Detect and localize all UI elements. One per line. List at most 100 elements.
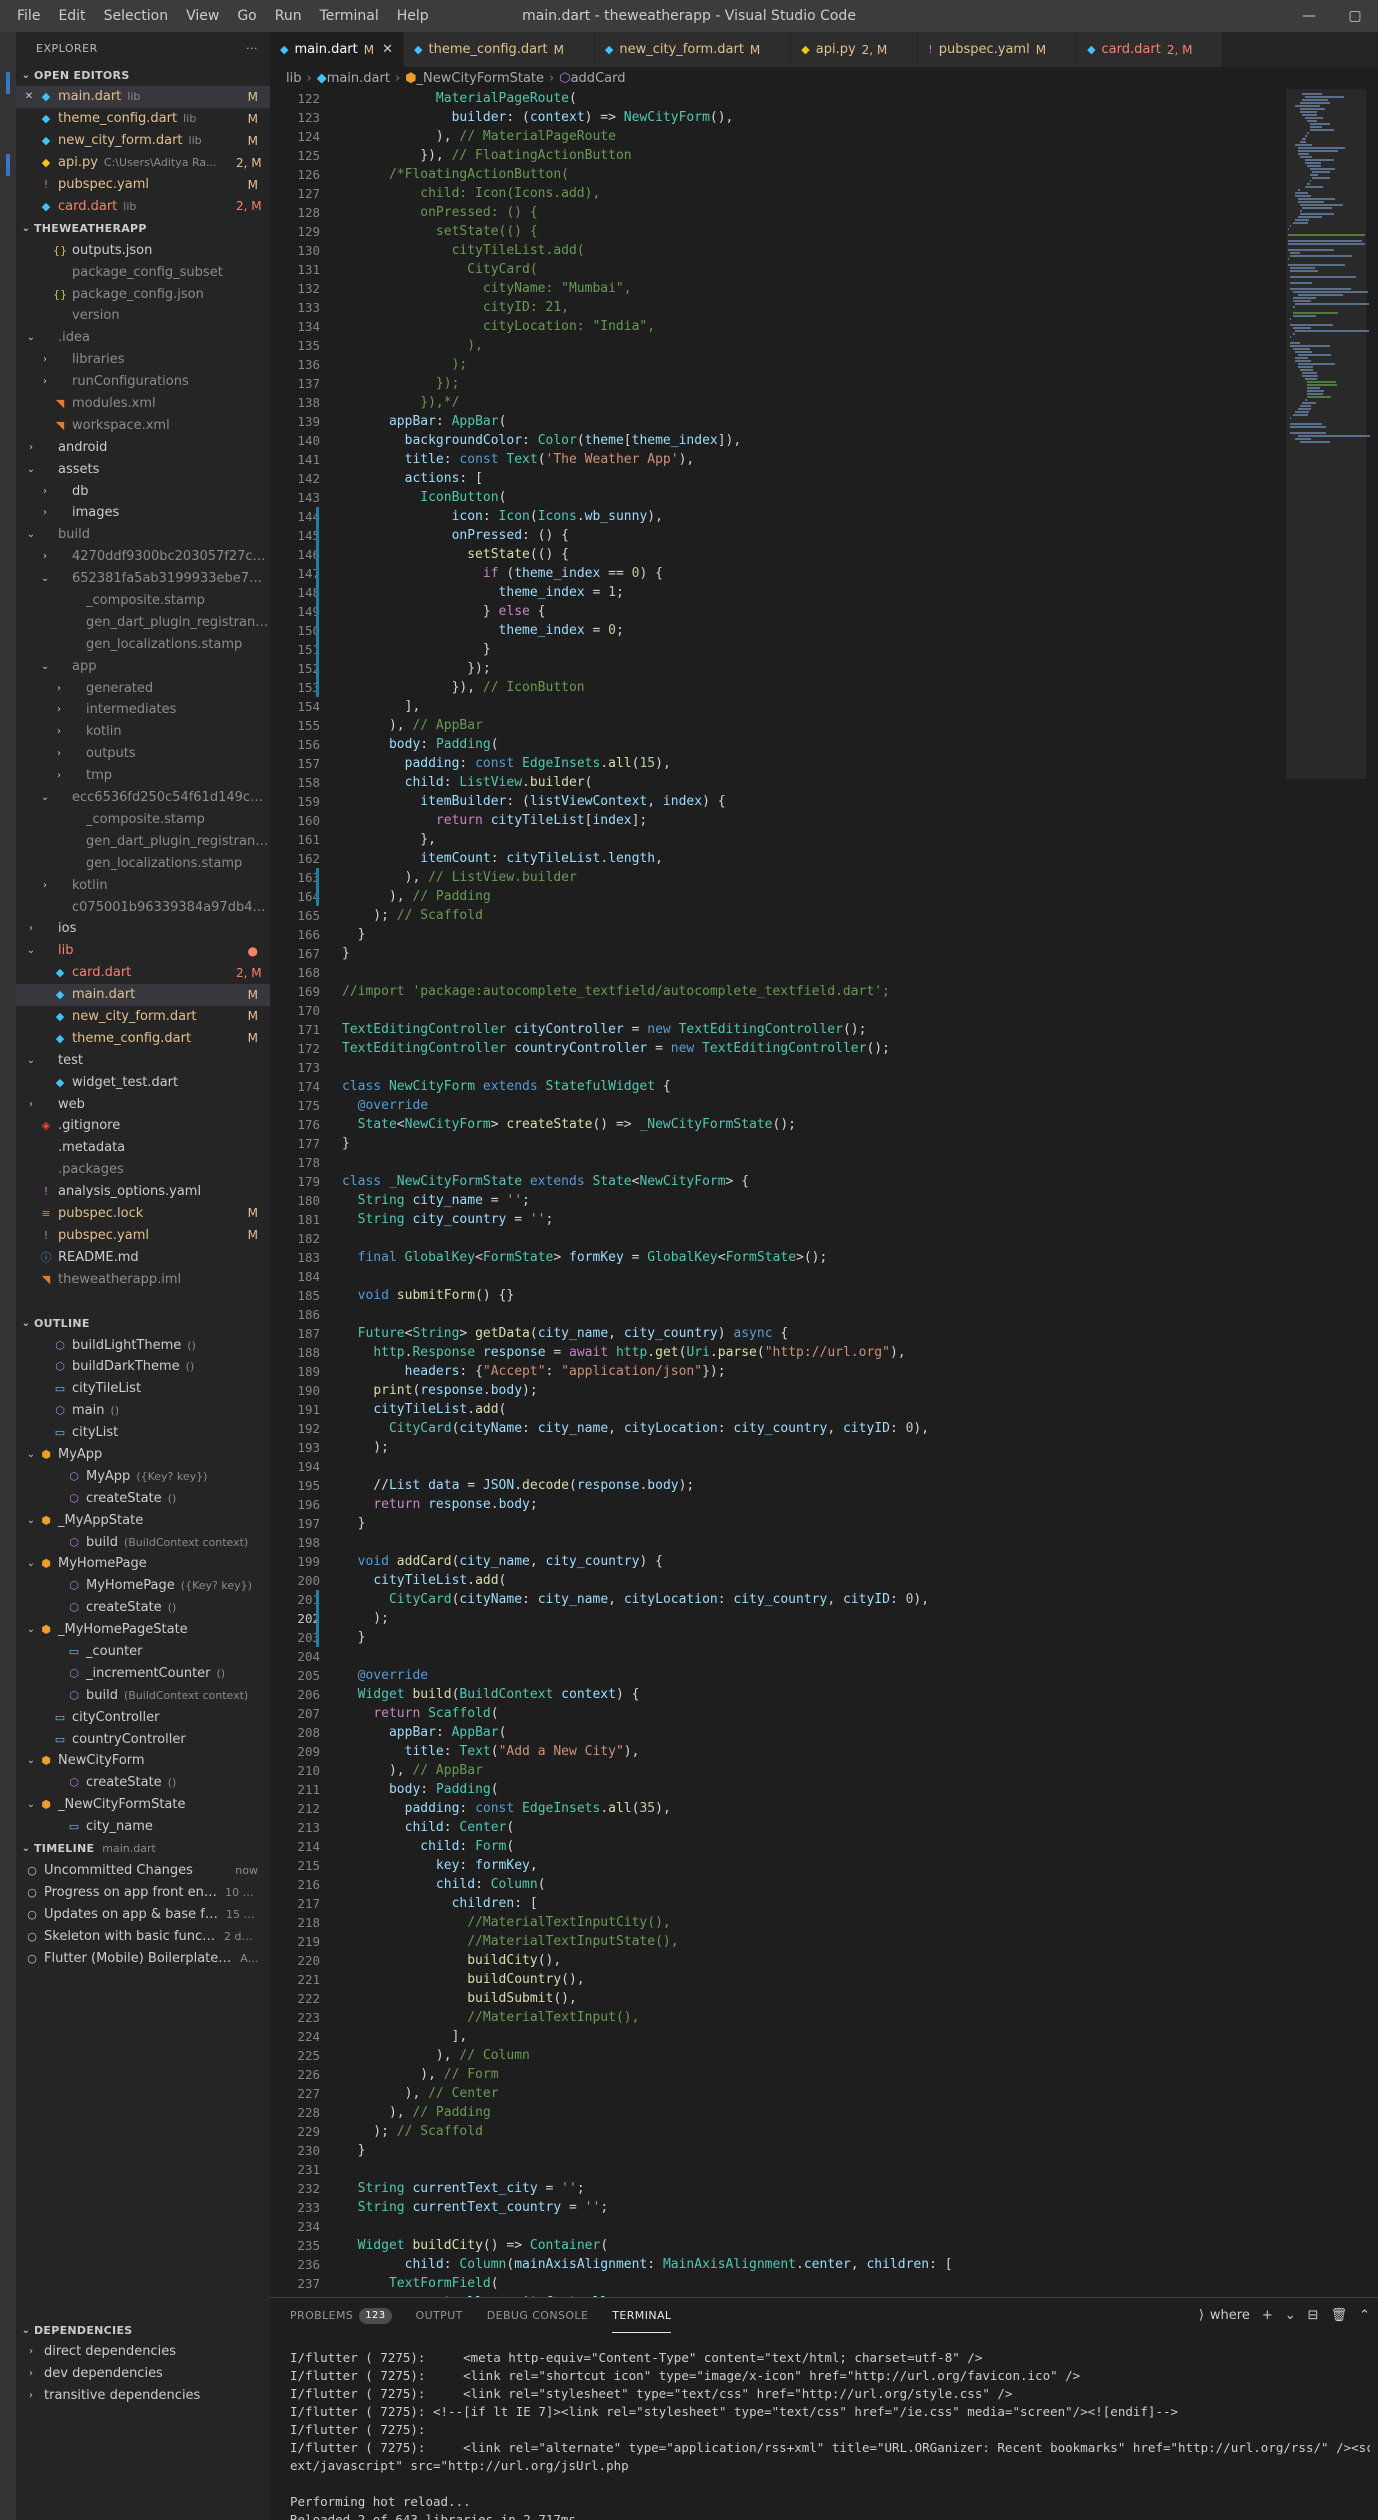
outline-symbol[interactable]: ▭ city_name	[16, 1816, 270, 1838]
folder-item[interactable]: ⌄ ecc6536fd250c54f61d149ccee705c...	[16, 787, 270, 809]
folder-item[interactable]: ⌄ lib ●	[16, 940, 270, 962]
outline-symbol[interactable]: ⌄ ⬢ MyApp	[16, 1444, 270, 1466]
outline-symbol[interactable]: ⌄ ⬢ _MyHomePageState	[16, 1619, 270, 1641]
file-item[interactable]: ◆ card.dart 2, M	[16, 962, 270, 984]
terminal-output[interactable]: I/flutter ( 7275): <meta http-equiv="Con…	[270, 2333, 1378, 2520]
file-item[interactable]: _composite.stamp	[16, 809, 270, 831]
timeline-item[interactable]: ○ Skeleton with basic functio... 2 days	[16, 1925, 270, 1947]
tab-problems[interactable]: PROBLEMS 123	[290, 2298, 392, 2333]
file-item[interactable]: ⓘ README.md	[16, 1246, 270, 1268]
open-editor-item[interactable]: ◆ card.dart lib 2, M	[16, 195, 270, 217]
breadcrumb-item[interactable]: lib	[286, 71, 301, 86]
file-item[interactable]: ! analysis_options.yaml	[16, 1181, 270, 1203]
folder-item[interactable]: › db	[16, 480, 270, 502]
folder-item[interactable]: › kotlin	[16, 874, 270, 896]
chevron-down-icon[interactable]: ⌄	[1285, 2308, 1296, 2323]
terminal-name[interactable]: where	[1210, 2308, 1250, 2323]
timeline-section[interactable]: ⌄ TIMELINE main.dart	[16, 1838, 270, 1860]
file-item[interactable]: _composite.stamp	[16, 590, 270, 612]
timeline-item[interactable]: ○ Flutter (Mobile) Boilerplate ... A...	[16, 1947, 270, 1969]
menu-help[interactable]: Help	[388, 0, 438, 32]
outline-symbol[interactable]: ⬡ createState ()	[16, 1597, 270, 1619]
outline-section[interactable]: ⌄ OUTLINE	[16, 1312, 270, 1334]
source-control-indicator-icon[interactable]	[6, 154, 10, 176]
file-item[interactable]: version	[16, 305, 270, 327]
outline-symbol[interactable]: ⬡ createState ()	[16, 1487, 270, 1509]
explorer-indicator-icon[interactable]	[6, 72, 10, 94]
outline-symbol[interactable]: ⬡ build (BuildContext context)	[16, 1531, 270, 1553]
outline-symbol[interactable]: ⬡ main ()	[16, 1400, 270, 1422]
folder-item[interactable]: › runConfigurations	[16, 371, 270, 393]
folder-item[interactable]: ⌄ test	[16, 1049, 270, 1071]
project-section[interactable]: ⌄ THEWEATHERAPP	[16, 217, 270, 239]
folder-item[interactable]: › kotlin	[16, 721, 270, 743]
file-item[interactable]: gen_dart_plugin_registrant.stamp	[16, 611, 270, 633]
file-item[interactable]: ◥ theweatherapp.iml	[16, 1268, 270, 1290]
close-icon[interactable]: ✕	[20, 91, 38, 102]
outline-symbol[interactable]: ⬡ MyHomePage ({Key? key})	[16, 1575, 270, 1597]
file-item[interactable]: ◆ theme_config.dart M	[16, 1027, 270, 1049]
menu-go[interactable]: Go	[228, 0, 265, 32]
folder-item[interactable]: ⌄ build	[16, 524, 270, 546]
folder-item[interactable]: › web	[16, 1093, 270, 1115]
file-item[interactable]: gen_localizations.stamp	[16, 633, 270, 655]
close-icon[interactable]: ✕	[382, 42, 393, 57]
menu-terminal[interactable]: Terminal	[311, 0, 388, 32]
minimap[interactable]	[1280, 89, 1378, 2297]
breadcrumb-item[interactable]: main.dart	[327, 71, 390, 86]
file-item[interactable]: .metadata	[16, 1137, 270, 1159]
tab-new-city-form-dart[interactable]: ◆ new_city_form.dart M	[594, 32, 792, 67]
folder-item[interactable]: ⌄ app	[16, 655, 270, 677]
add-terminal-icon[interactable]: +	[1262, 2308, 1273, 2323]
file-item[interactable]: {} outputs.json	[16, 239, 270, 261]
tab-output[interactable]: OUTPUT	[416, 2298, 463, 2333]
outline-symbol[interactable]: ▭ cityController	[16, 1706, 270, 1728]
file-item[interactable]: ◆ widget_test.dart	[16, 1071, 270, 1093]
open-editor-item[interactable]: ◆ new_city_form.dart lib M	[16, 130, 270, 152]
open-editor-item[interactable]: ! pubspec.yaml M	[16, 174, 270, 196]
outline-symbol[interactable]: ▭ cityList	[16, 1422, 270, 1444]
open-editor-item[interactable]: ✕ ◆ main.dart lib M	[16, 86, 270, 108]
outline-symbol[interactable]: ⌄ ⬢ _MyAppState	[16, 1509, 270, 1531]
open-editor-item[interactable]: ◆ api.py C:\Users\Aditya Ra... 2, M	[16, 152, 270, 174]
outline-symbol[interactable]: ▭ countryController	[16, 1728, 270, 1750]
maximize-button[interactable]: ▢	[1332, 0, 1378, 32]
minimize-button[interactable]: —	[1286, 0, 1332, 32]
folder-item[interactable]: › outputs	[16, 743, 270, 765]
code-editor[interactable]: 122 MaterialPageRoute(123 builder: (cont…	[270, 89, 1280, 2297]
tab-main-dart[interactable]: ◆ main.dart M ✕	[270, 32, 405, 67]
file-item[interactable]: ◆ main.dart M	[16, 983, 270, 1006]
tab-theme-config-dart[interactable]: ◆ theme_config.dart M	[404, 32, 595, 67]
open-editor-item[interactable]: ◆ theme_config.dart lib M	[16, 108, 270, 130]
split-terminal-icon[interactable]: ⊟	[1308, 2308, 1319, 2323]
menu-selection[interactable]: Selection	[95, 0, 178, 32]
timeline-item[interactable]: ○ Uncommitted Changes now	[16, 1860, 270, 1882]
file-item[interactable]: ◆ new_city_form.dart M	[16, 1006, 270, 1028]
outline-symbol[interactable]: ▭ cityTileList	[16, 1378, 270, 1400]
file-item[interactable]: ◥ modules.xml	[16, 393, 270, 415]
tab-api-py[interactable]: ◆ api.py 2, M	[791, 32, 919, 67]
breadcrumb-item[interactable]: _NewCityFormState	[417, 71, 545, 86]
folder-item[interactable]: › generated	[16, 677, 270, 699]
outline-symbol[interactable]: ⬡ createState ()	[16, 1772, 270, 1794]
file-item[interactable]: .packages	[16, 1159, 270, 1181]
folder-item[interactable]: › tmp	[16, 765, 270, 787]
menu-edit[interactable]: Edit	[49, 0, 94, 32]
folder-item[interactable]: ⌄ assets	[16, 458, 270, 480]
tab-debug-console[interactable]: DEBUG CONSOLE	[487, 2298, 589, 2333]
outline-symbol[interactable]: ⬡ buildLightTheme ()	[16, 1334, 270, 1356]
folder-item[interactable]: › android	[16, 436, 270, 458]
file-item[interactable]: ! pubspec.yaml M	[16, 1224, 270, 1246]
dependency-group[interactable]: › dev dependencies	[16, 2363, 270, 2385]
folder-item[interactable]: › intermediates	[16, 699, 270, 721]
outline-symbol[interactable]: ▭ _counter	[16, 1641, 270, 1663]
file-item[interactable]: ◥ workspace.xml	[16, 414, 270, 436]
breadcrumb-item[interactable]: addCard	[571, 71, 626, 86]
menu-view[interactable]: View	[177, 0, 228, 32]
outline-symbol[interactable]: ⌄ ⬢ _NewCityFormState	[16, 1794, 270, 1816]
tab-terminal[interactable]: TERMINAL	[612, 2298, 672, 2333]
outline-symbol[interactable]: ⌄ ⬢ MyHomePage	[16, 1553, 270, 1575]
folder-item[interactable]: ⌄ 652381fa5ab3199933ebe7780bd1a...	[16, 568, 270, 590]
menu-run[interactable]: Run	[266, 0, 311, 32]
menu-file[interactable]: File	[8, 0, 49, 32]
